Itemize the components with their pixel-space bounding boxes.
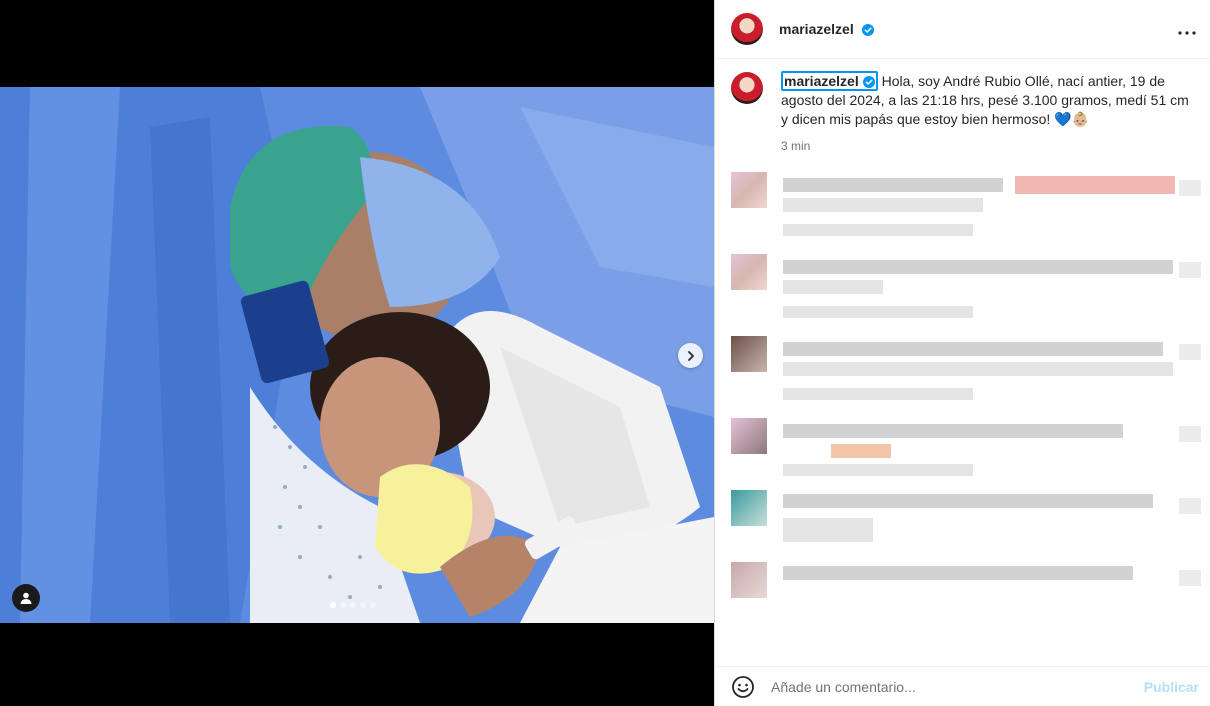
post-caption: mariazelzel Hola, soy André Rubio Ollé, … (731, 71, 1196, 153)
author-username-text[interactable]: mariazelzel (779, 21, 854, 37)
post-side-panel: mariazelzel mariazelzel Hola, soy André … (714, 0, 1210, 706)
comment-like-obscured[interactable] (1179, 426, 1201, 442)
comment-meta-obscured (783, 224, 973, 236)
carousel-indicator (330, 602, 376, 608)
caption-username-text[interactable]: mariazelzel (784, 73, 859, 89)
person-tag-icon (20, 592, 32, 604)
comment-like-obscured[interactable] (1179, 570, 1201, 586)
comment-avatar[interactable] (731, 562, 767, 598)
comment-text-obscured (783, 280, 883, 294)
tagged-people-button[interactable] (12, 584, 40, 612)
comment-avatar[interactable] (731, 254, 767, 290)
comment-item (731, 248, 1201, 330)
verified-badge-icon (861, 24, 874, 36)
comment-text-obscured (783, 260, 1173, 274)
comment-like-obscured[interactable] (1179, 262, 1201, 278)
comment-item (731, 166, 1201, 248)
comment-avatar[interactable] (731, 490, 767, 526)
comments-list (731, 166, 1201, 628)
carousel-dot (340, 602, 346, 608)
comment-avatar[interactable] (731, 418, 767, 454)
comment-like-obscured[interactable] (1179, 180, 1201, 196)
comment-text-obscured (783, 566, 1133, 580)
comment-text-obscured (783, 178, 1003, 192)
post-timestamp[interactable]: 3 min (781, 139, 1196, 153)
carousel-dot (370, 602, 376, 608)
comment-text-obscured (783, 362, 1173, 376)
comment-item (731, 484, 1201, 556)
author-avatar[interactable] (731, 13, 763, 45)
carousel-next-button[interactable] (678, 343, 703, 368)
comment-item (731, 556, 1201, 628)
comment-item (731, 412, 1201, 484)
comment-like-obscured[interactable] (1179, 498, 1201, 514)
more-options-icon (1178, 30, 1196, 35)
comment-meta-obscured (783, 464, 973, 476)
more-options-button[interactable] (1178, 19, 1196, 40)
post-header: mariazelzel (715, 0, 1210, 59)
emoji-icon[interactable] (731, 675, 755, 699)
caption-body: mariazelzel Hola, soy André Rubio Ollé, … (781, 71, 1196, 129)
comment-text-obscured (783, 342, 1163, 356)
comment-meta-obscured (783, 518, 873, 542)
carousel-dot (350, 602, 356, 608)
comment-emoji-obscured (831, 444, 891, 458)
verified-badge-icon (862, 76, 875, 88)
comment-like-obscured[interactable] (1179, 344, 1201, 360)
comment-item (731, 330, 1201, 412)
publish-button[interactable]: Publicar (1144, 679, 1199, 695)
caption-username[interactable]: mariazelzel (781, 71, 878, 91)
photo-illustration (0, 87, 714, 623)
post-photo[interactable] (0, 87, 714, 623)
comment-meta-obscured (783, 388, 973, 400)
carousel-dot (360, 602, 366, 608)
comment-text-obscured (783, 198, 983, 212)
carousel-dot (330, 602, 336, 608)
add-comment-bar: Publicar (715, 666, 1210, 706)
comment-text-obscured (783, 424, 1123, 438)
comment-emoji-obscured (1015, 176, 1175, 194)
chevron-right-icon (687, 350, 694, 361)
comment-input[interactable] (771, 678, 1144, 695)
comment-avatar[interactable] (731, 336, 767, 372)
comment-avatar[interactable] (731, 172, 767, 208)
comment-text-obscured (783, 494, 1153, 508)
comment-meta-obscured (783, 306, 973, 318)
caption-author-avatar[interactable] (731, 72, 763, 104)
post-media-panel (0, 0, 714, 706)
author-username[interactable]: mariazelzel (779, 21, 874, 37)
